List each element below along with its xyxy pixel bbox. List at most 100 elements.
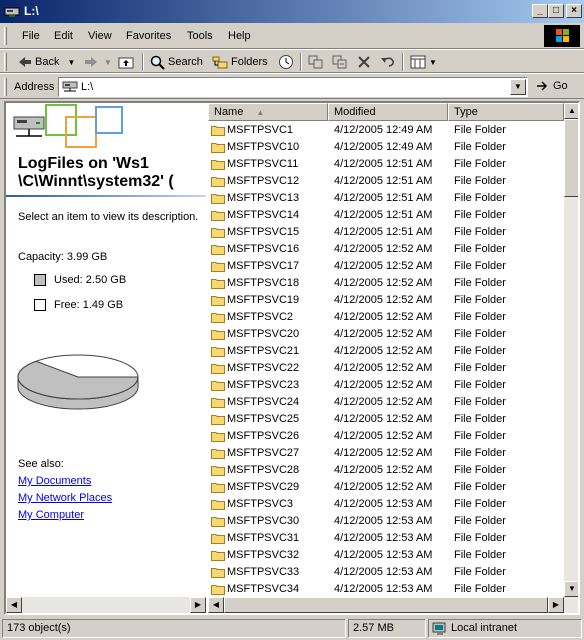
file-name: MSFTPSVC20 [227, 328, 300, 340]
table-row[interactable]: MSFTPSVC1 4/12/2005 12:49 AM File Folder [208, 122, 564, 139]
table-row[interactable]: MSFTPSVC19 4/12/2005 12:52 AM File Folder [208, 292, 564, 309]
scroll-right-icon[interactable]: ▶ [190, 597, 206, 613]
horizontal-scroll-thumb[interactable] [224, 597, 548, 613]
table-row[interactable]: MSFTPSVC20 4/12/2005 12:52 AM File Folder [208, 326, 564, 343]
status-bar: 173 object(s) 2.57 MB Local intranet [0, 617, 584, 640]
left-horizontal-scrollbar[interactable]: ◀ ▶ [6, 597, 206, 613]
go-arrow-icon [537, 81, 548, 91]
file-name: MSFTPSVC30 [227, 515, 300, 527]
file-type: File Folder [454, 243, 506, 255]
file-type: File Folder [454, 226, 506, 238]
folder-icon [211, 500, 225, 510]
link-my-computer[interactable]: My Computer [18, 509, 84, 521]
menu-grip[interactable] [4, 27, 7, 45]
table-row[interactable]: MSFTPSVC22 4/12/2005 12:52 AM File Folder [208, 360, 564, 377]
forward-button[interactable]: ▼ [84, 53, 112, 71]
table-row[interactable]: MSFTPSVC2 4/12/2005 12:52 AM File Folder [208, 309, 564, 326]
link-my-documents[interactable]: My Documents [18, 475, 91, 487]
forward-arrow-icon [85, 57, 97, 67]
back-dropdown-icon[interactable]: ▼ [67, 58, 75, 67]
minimize-button[interactable]: _ [532, 4, 548, 18]
table-row[interactable]: MSFTPSVC29 4/12/2005 12:52 AM File Folder [208, 479, 564, 496]
menu-file[interactable]: File [22, 30, 40, 42]
folder-icon [211, 313, 225, 323]
undo-button[interactable] [380, 53, 396, 71]
forward-dropdown-icon[interactable]: ▼ [104, 58, 112, 67]
table-row[interactable]: MSFTPSVC28 4/12/2005 12:52 AM File Folder [208, 462, 564, 479]
table-row[interactable]: MSFTPSVC27 4/12/2005 12:52 AM File Folder [208, 445, 564, 462]
column-type[interactable]: Type [448, 103, 564, 121]
list-scroll-left-icon[interactable]: ◀ [208, 597, 224, 613]
address-input[interactable]: L:\ ▼ [58, 77, 528, 97]
file-name: MSFTPSVC15 [227, 226, 300, 238]
file-modified: 4/12/2005 12:52 AM [334, 277, 433, 289]
table-row[interactable]: MSFTPSVC25 4/12/2005 12:52 AM File Folder [208, 411, 564, 428]
views-dropdown-icon[interactable]: ▼ [429, 58, 437, 67]
file-type: File Folder [454, 124, 506, 136]
history-button[interactable] [278, 53, 294, 71]
vertical-scroll-thumb[interactable] [564, 119, 578, 197]
table-row[interactable]: MSFTPSVC31 4/12/2005 12:53 AM File Folder [208, 530, 564, 547]
menu-help[interactable]: Help [228, 30, 251, 42]
table-row[interactable]: MSFTPSVC14 4/12/2005 12:51 AM File Folder [208, 207, 564, 224]
file-name: MSFTPSVC31 [227, 532, 300, 544]
table-row[interactable]: MSFTPSVC23 4/12/2005 12:52 AM File Folder [208, 377, 564, 394]
status-zone: Local intranet [428, 619, 582, 638]
views-button[interactable]: ▼ [410, 53, 437, 71]
file-type: File Folder [454, 141, 506, 153]
table-row[interactable]: MSFTPSVC33 4/12/2005 12:53 AM File Folder [208, 564, 564, 581]
go-button[interactable]: Go [536, 80, 568, 92]
table-row[interactable]: MSFTPSVC32 4/12/2005 12:53 AM File Folder [208, 547, 564, 564]
list-scroll-right-icon[interactable]: ▶ [548, 597, 564, 613]
list-horizontal-scrollbar[interactable]: ◀ ▶ [208, 597, 578, 613]
table-row[interactable]: MSFTPSVC30 4/12/2005 12:53 AM File Folder [208, 513, 564, 530]
table-row[interactable]: MSFTPSVC13 4/12/2005 12:51 AM File Folder [208, 190, 564, 207]
link-my-network-places[interactable]: My Network Places [18, 492, 112, 504]
table-row[interactable]: MSFTPSVC11 4/12/2005 12:51 AM File Folder [208, 156, 564, 173]
folders-button[interactable]: Folders [212, 53, 268, 71]
search-button[interactable]: Search [150, 53, 203, 71]
file-name: MSFTPSVC25 [227, 413, 300, 425]
scroll-down-icon[interactable]: ▼ [564, 581, 578, 597]
table-row[interactable]: MSFTPSVC26 4/12/2005 12:52 AM File Folder [208, 428, 564, 445]
table-row[interactable]: MSFTPSVC34 4/12/2005 12:53 AM File Folder [208, 581, 564, 597]
folder-icon [211, 245, 225, 255]
capacity-text: Capacity: 3.99 GB [18, 251, 108, 263]
address-grip[interactable] [4, 78, 7, 96]
table-row[interactable]: MSFTPSVC16 4/12/2005 12:52 AM File Folder [208, 241, 564, 258]
disk-usage-pie [17, 354, 139, 410]
address-dropdown-icon[interactable]: ▼ [510, 79, 526, 95]
title-divider [6, 195, 206, 197]
folder-icon [211, 194, 225, 204]
table-row[interactable]: MSFTPSVC15 4/12/2005 12:51 AM File Folder [208, 224, 564, 241]
up-button[interactable] [118, 53, 134, 71]
menu-favorites[interactable]: Favorites [126, 30, 171, 42]
table-row[interactable]: MSFTPSVC18 4/12/2005 12:52 AM File Folder [208, 275, 564, 292]
delete-button[interactable] [357, 53, 371, 71]
table-row[interactable]: MSFTPSVC24 4/12/2005 12:52 AM File Folder [208, 394, 564, 411]
close-button[interactable]: × [566, 4, 582, 18]
file-modified: 4/12/2005 12:51 AM [334, 209, 433, 221]
back-button[interactable]: Back ▼ [18, 53, 75, 71]
table-row[interactable]: MSFTPSVC10 4/12/2005 12:49 AM File Folder [208, 139, 564, 156]
vertical-scrollbar[interactable]: ▲ ▼ [564, 103, 578, 597]
scroll-left-icon[interactable]: ◀ [6, 597, 22, 613]
toolbar-grip[interactable] [4, 53, 7, 71]
menu-edit[interactable]: Edit [54, 30, 73, 42]
table-row[interactable]: MSFTPSVC21 4/12/2005 12:52 AM File Folder [208, 343, 564, 360]
folder-icon [211, 551, 225, 561]
move-to-button[interactable] [308, 53, 324, 71]
table-row[interactable]: MSFTPSVC3 4/12/2005 12:53 AM File Folder [208, 496, 564, 513]
file-type: File Folder [454, 464, 506, 476]
file-modified: 4/12/2005 12:52 AM [334, 396, 433, 408]
maximize-button[interactable]: □ [548, 4, 564, 18]
table-row[interactable]: MSFTPSVC12 4/12/2005 12:51 AM File Folder [208, 173, 564, 190]
scroll-up-icon[interactable]: ▲ [564, 103, 578, 119]
column-name[interactable]: Name ▲ [208, 103, 328, 121]
menu-tools[interactable]: Tools [187, 30, 213, 42]
table-row[interactable]: MSFTPSVC17 4/12/2005 12:52 AM File Folder [208, 258, 564, 275]
menu-view[interactable]: View [88, 30, 112, 42]
column-modified[interactable]: Modified [328, 103, 448, 121]
file-modified: 4/12/2005 12:52 AM [334, 260, 433, 272]
copy-to-button[interactable] [332, 53, 348, 71]
